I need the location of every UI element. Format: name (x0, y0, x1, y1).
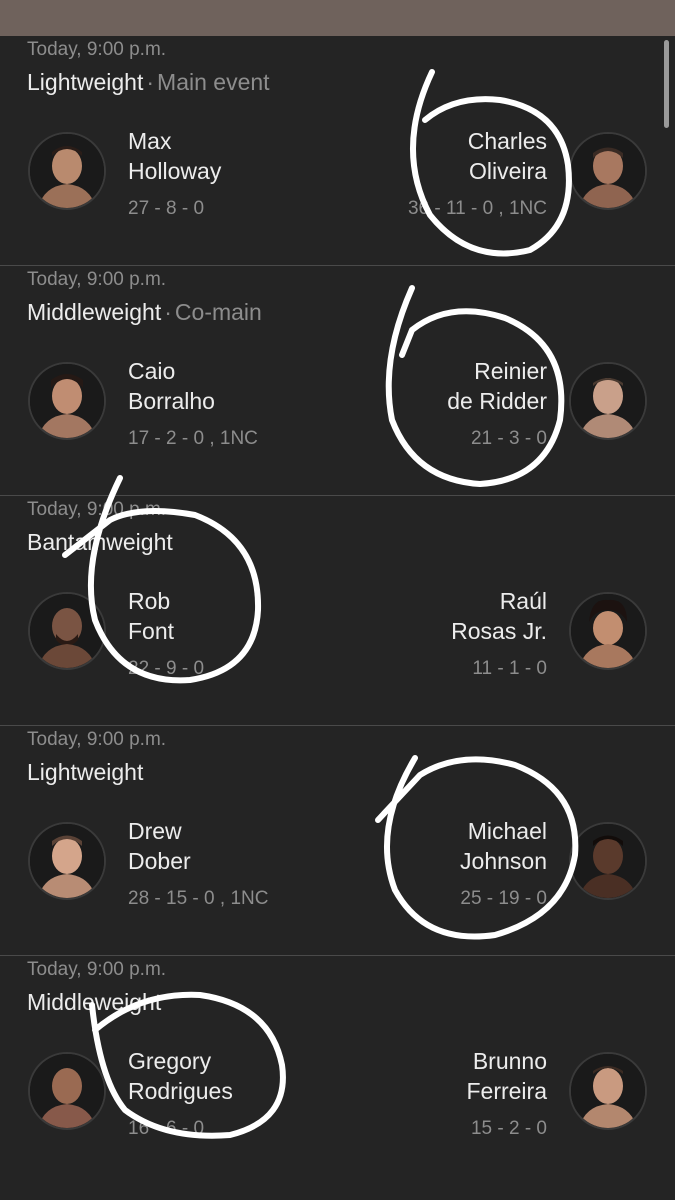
fighter-avatar-icon[interactable] (28, 132, 106, 210)
red-corner-record: 27 - 8 - 0 (128, 198, 205, 219)
red-corner-name[interactable]: Gregory Rodrigues (128, 1046, 233, 1106)
bout-tag: Main event (157, 69, 270, 95)
weight-class: Middleweight · Co-main (27, 299, 262, 326)
fighter-avatar-icon[interactable] (28, 592, 106, 670)
fight-card-holloway-oliveira[interactable]: Today, 9:00 p.m. Lightweight · Main event … (0, 36, 675, 266)
red-corner-record: 17 - 2 - 0 , 1NC (128, 428, 258, 449)
fight-card-rodrigues-ferreira[interactable]: Today, 9:00 p.m. Middleweight Gregory Rod… (0, 956, 675, 1186)
blue-corner-name[interactable]: Michael Johnson (460, 816, 547, 876)
red-corner-name[interactable]: Rob Font (128, 586, 174, 646)
fighter-avatar-icon[interactable] (569, 362, 647, 440)
red-corner-name[interactable]: Max Holloway (128, 126, 221, 186)
weight-class: Lightweight (27, 759, 143, 786)
weight-class: Lightweight · Main event (27, 69, 270, 96)
fighter-avatar-icon[interactable] (569, 822, 647, 900)
fight-time: Today, 9:00 p.m. (27, 269, 167, 290)
fight-time: Today, 9:00 p.m. (27, 499, 167, 520)
blue-corner-record: 15 - 2 - 0 (470, 1118, 547, 1139)
blue-corner-name[interactable]: Reinier de Ridder (447, 356, 547, 416)
fight-time: Today, 9:00 p.m. (27, 959, 167, 980)
weight-class-label: Middleweight (27, 989, 162, 1015)
weight-class: Bantamweight (27, 529, 173, 556)
fight-card-font-rosas[interactable]: Today, 9:00 p.m. Bantamweight Rob Font 22… (0, 496, 675, 726)
blue-corner-name[interactable]: Charles Oliveira (468, 126, 547, 186)
next-card-peek (0, 1162, 675, 1200)
fight-card-dober-johnson[interactable]: Today, 9:00 p.m. Lightweight Drew Dober 2… (0, 726, 675, 956)
blue-corner-record: 11 - 1 - 0 (472, 658, 547, 679)
red-corner-record: 28 - 15 - 0 , 1NC (128, 888, 269, 909)
bout-tag: Co-main (174, 299, 262, 325)
fight-time: Today, 9:00 p.m. (27, 729, 167, 750)
fight-card-borralho-deridder[interactable]: Today, 9:00 p.m. Middleweight · Co-main Ca… (0, 266, 675, 496)
red-corner-record: 16 - 6 - 0 (128, 1118, 205, 1139)
top-status-strip (0, 0, 675, 36)
weight-class-label: Middleweight (27, 299, 162, 325)
fighter-avatar-icon[interactable] (569, 1052, 647, 1130)
fighter-avatar-icon[interactable] (28, 1052, 106, 1130)
red-corner-name[interactable]: Caio Borralho (128, 356, 215, 416)
fighter-avatar-icon[interactable] (569, 592, 647, 670)
weight-class-label: Bantamweight (27, 529, 173, 555)
separator-dot: · (146, 69, 155, 95)
blue-corner-record: 25 - 19 - 0 (460, 888, 547, 909)
fighter-avatar-icon[interactable] (28, 822, 106, 900)
red-corner-name[interactable]: Drew Dober (128, 816, 191, 876)
separator-dot: · (164, 299, 172, 325)
blue-corner-name[interactable]: Brunno Ferreira (466, 1046, 547, 1106)
red-corner-record: 22 - 9 - 0 (128, 658, 205, 679)
fight-time: Today, 9:00 p.m. (27, 39, 167, 60)
weight-class: Middleweight (27, 989, 161, 1016)
blue-corner-name[interactable]: Raúl Rosas Jr. (451, 586, 547, 646)
blue-corner-record: 21 - 3 - 0 (470, 428, 547, 449)
fighter-avatar-icon[interactable] (569, 132, 647, 210)
scrollbar[interactable] (664, 40, 669, 128)
fighter-avatar-icon[interactable] (28, 362, 106, 440)
blue-corner-record: 36 - 11 - 0 , 1NC (407, 198, 547, 219)
weight-class-label: Lightweight (27, 69, 144, 95)
weight-class-label: Lightweight (27, 759, 144, 785)
